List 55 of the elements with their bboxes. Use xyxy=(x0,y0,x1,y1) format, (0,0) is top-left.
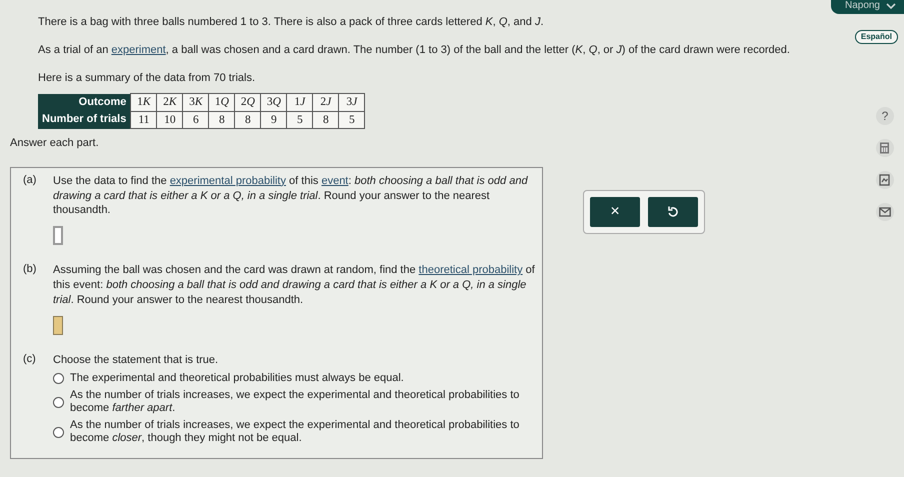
table-cell: 6 xyxy=(182,111,209,128)
clear-button[interactable]: × xyxy=(590,197,640,227)
intro-text: There is a bag with three balls numbered 1 to 3. There is also a pack of three cards lettered K, Q, and J. xyxy=(38,16,544,30)
table-cell: 11 xyxy=(130,111,157,128)
user-menu[interactable]: Napong xyxy=(830,0,904,14)
instruction-text: Answer each part. xyxy=(10,137,100,151)
table-cell: 1K xyxy=(130,94,157,112)
option-text: As the number of trials increases, we expect the experimental and theoretical probabilities to become closer, though they might not be equal. xyxy=(70,419,520,446)
table-cell: 2Q xyxy=(234,94,261,112)
question-text: Use the data to find the experimental probability of this event: both choosing a ball that is odd and drawing a card that is either a K or a Q, in a single trial. Round your answer to the nearest thousandth. xyxy=(53,174,529,218)
part-label: (c) xyxy=(23,352,37,367)
term-link[interactable]: experiment xyxy=(111,44,166,56)
term-link[interactable]: experimental probability xyxy=(170,174,286,187)
table-cell: 2K xyxy=(156,94,183,112)
chevron-icon xyxy=(886,2,896,10)
table-cell: 3K xyxy=(182,94,209,112)
table-cell: 2J xyxy=(312,94,339,112)
mail-icon xyxy=(879,206,891,218)
radio-button[interactable] xyxy=(53,372,64,384)
help-button[interactable]: ? xyxy=(876,107,894,125)
table-cell: 10 xyxy=(156,111,183,128)
row-header: Number of trials xyxy=(38,111,131,128)
option-text: The experimental and theoretical probabilities must always be equal. xyxy=(70,372,404,385)
undo-icon xyxy=(667,206,679,218)
calculator-button[interactable] xyxy=(876,139,894,157)
part-label: (a) xyxy=(23,174,38,188)
calculator-icon xyxy=(879,142,891,154)
table-cell: 8 xyxy=(234,111,261,128)
radio-button[interactable] xyxy=(53,396,64,408)
answer-field[interactable] xyxy=(53,316,63,335)
answer-field[interactable] xyxy=(53,226,63,246)
undo-button[interactable] xyxy=(648,197,698,227)
term-link[interactable]: event xyxy=(321,174,348,187)
language-button[interactable]: Español xyxy=(854,30,898,44)
intro-text: As a trial of an experiment, a ball was chosen and a card drawn. The number (1 to 3) of the ball and the letter (K, Q, or J) of the card drawn were recorded. xyxy=(38,44,791,58)
table-cell: 5 xyxy=(286,111,313,128)
table-cell: 1J xyxy=(286,94,313,112)
image-icon xyxy=(879,174,891,186)
table-cell: 9 xyxy=(260,111,287,128)
table-cell: 1Q xyxy=(208,94,235,112)
term-link[interactable]: theoretical probability xyxy=(418,264,523,276)
radio-button[interactable] xyxy=(53,426,64,438)
table-cell: 8 xyxy=(208,111,235,128)
table-cell: 3Q xyxy=(260,94,287,112)
option-text: As the number of trials increases, we expect the experimental and theoretical probabilities to become farther apart. xyxy=(70,388,520,416)
intro-text: Here is a summary of the data from 70 trials. xyxy=(38,72,256,86)
part-label: (b) xyxy=(23,263,38,278)
question-text: Choose the statement that is true. xyxy=(53,352,220,368)
table-cell: 5 xyxy=(338,111,365,128)
question-text: Assuming the ball was chosen and the card was drawn at random, find the theoretical probability of this event: both choosing a ball that is odd and drawing a card that is either a K or a Q, in a single trial. Round your answer to the nearest thousandth. xyxy=(53,263,536,308)
mail-button[interactable] xyxy=(876,203,894,221)
image-button[interactable] xyxy=(876,171,894,189)
row-header: Outcome xyxy=(38,94,131,112)
table-cell: 8 xyxy=(312,111,339,128)
table-cell: 3J xyxy=(338,94,365,112)
